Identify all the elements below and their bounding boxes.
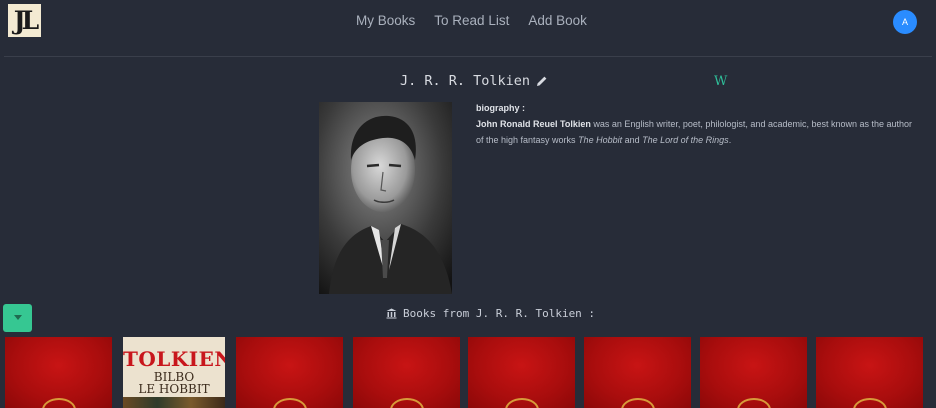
cover-ornament <box>41 398 76 408</box>
book-cover[interactable] <box>353 337 460 408</box>
cover-ornament <box>389 398 424 408</box>
cover-ornament <box>504 398 539 408</box>
author-portrait <box>319 102 452 294</box>
bio-text-2: and <box>622 134 643 145</box>
nav-to-read-list[interactable]: To Read List <box>434 12 509 30</box>
book-cover[interactable] <box>700 337 807 408</box>
bio-work-lotr: The Lord of the Rings <box>642 134 729 145</box>
books-heading-text: Books from J. R. R. Tolkien : <box>403 307 596 320</box>
header-divider <box>4 56 932 57</box>
book-cover[interactable] <box>584 337 691 408</box>
cover-ornament <box>852 398 887 408</box>
author-biography: biography : John Ronald Reuel Tolkien wa… <box>476 101 921 148</box>
app-logo[interactable]: JL <box>8 4 41 37</box>
author-header: J. R. R. Tolkien <box>400 73 548 89</box>
cover-author: TOLKIEN <box>123 347 225 371</box>
nav-add-book[interactable]: Add Book <box>528 12 587 30</box>
biography-label: biography : <box>476 103 525 113</box>
main-nav: My Books To Read List Add Book <box>356 12 587 30</box>
logo-text: JL <box>13 6 40 35</box>
cover-illustration <box>123 397 225 408</box>
biography-text: John Ronald Reuel Tolkien was an English… <box>476 117 921 149</box>
pencil-icon <box>537 75 548 86</box>
collapse-toggle-button[interactable] <box>3 304 32 332</box>
book-cover[interactable] <box>816 337 923 408</box>
nav-my-books[interactable]: My Books <box>356 12 415 30</box>
bio-author-name: John Ronald Reuel Tolkien <box>476 118 591 129</box>
edit-author-button[interactable] <box>536 75 548 87</box>
cover-title-line-2: LE HOBBIT <box>138 382 210 396</box>
book-cover[interactable] <box>5 337 112 408</box>
wikipedia-link[interactable]: W <box>714 74 727 89</box>
user-avatar[interactable]: A <box>893 10 917 34</box>
books-section-heading: Books from J. R. R. Tolkien : <box>386 307 595 320</box>
bio-work-hobbit: The Hobbit <box>578 134 623 145</box>
book-cover[interactable] <box>236 337 343 408</box>
portrait-image <box>319 102 452 294</box>
cover-ornament <box>620 398 655 408</box>
book-cover[interactable] <box>468 337 575 408</box>
triangle-down-icon <box>13 315 22 320</box>
book-cover-bilbo-le-hobbit[interactable]: TOLKIEN BILBO LE HOBBIT <box>123 337 225 408</box>
library-icon <box>386 308 397 319</box>
cover-ornament <box>272 398 307 408</box>
cover-ornament <box>736 398 771 408</box>
bio-text-3: . <box>728 134 732 145</box>
author-name: J. R. R. Tolkien <box>400 73 531 89</box>
cover-title: BILBO LE HOBBIT <box>123 371 225 395</box>
